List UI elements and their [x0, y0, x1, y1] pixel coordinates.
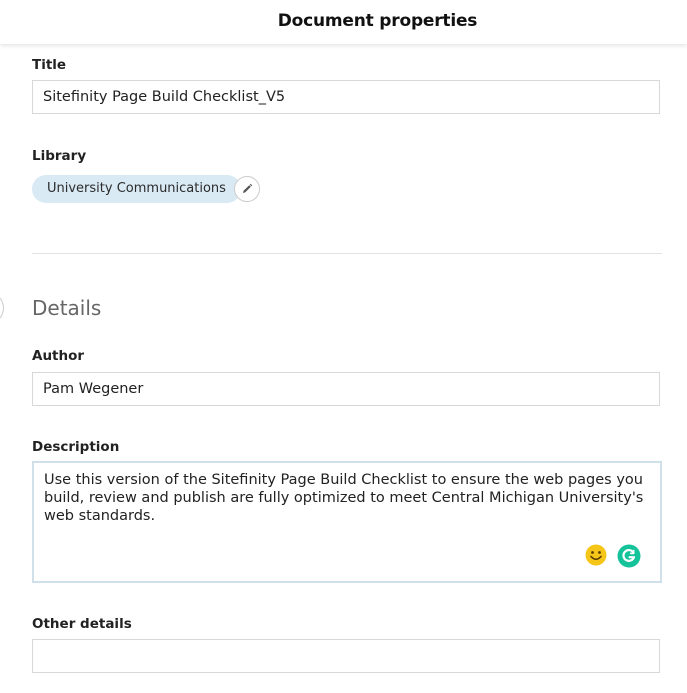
- author-input[interactable]: [32, 372, 660, 406]
- title-input[interactable]: [32, 80, 660, 114]
- author-label: Author: [32, 348, 85, 364]
- other-details-label: Other details: [32, 616, 132, 632]
- details-heading: Details: [32, 296, 102, 320]
- pencil-icon: [243, 183, 253, 193]
- library-label: Library: [32, 148, 87, 164]
- page-title: Document properties: [277, 11, 478, 31]
- document-properties-panel: Document properties Title Library Univer…: [0, 0, 687, 693]
- description-textarea[interactable]: Use this version of the Sitefinity Page …: [32, 461, 662, 583]
- edit-library-button[interactable]: [234, 176, 260, 202]
- smiley-emoji-icon[interactable]: [585, 544, 607, 566]
- library-chip: University Communications: [32, 175, 241, 203]
- collapse-toggle[interactable]: [0, 295, 4, 321]
- header-bar: Document properties: [0, 0, 687, 44]
- description-label: Description: [32, 439, 120, 455]
- section-divider: [32, 253, 662, 254]
- title-label: Title: [32, 57, 67, 73]
- other-details-input[interactable]: [32, 639, 660, 673]
- grammarly-icon[interactable]: [617, 544, 641, 568]
